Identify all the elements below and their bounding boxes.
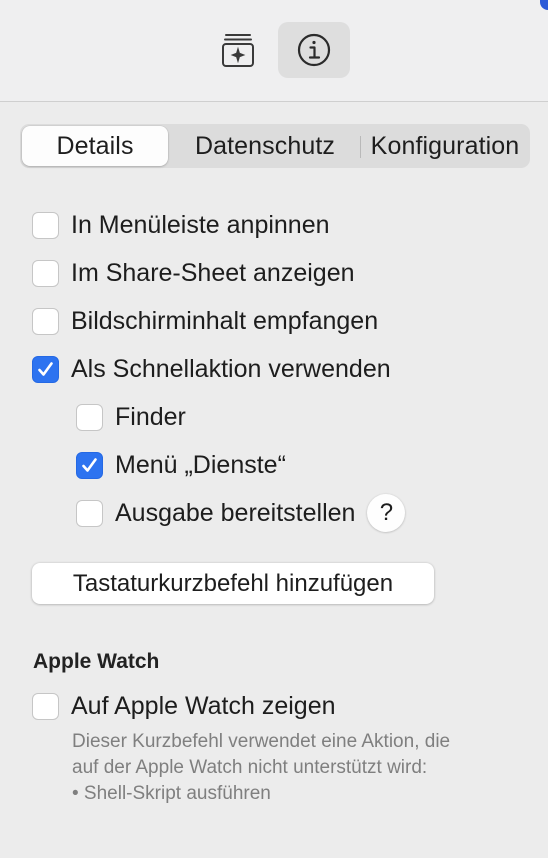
tab-divider <box>360 136 361 158</box>
tab-datenschutz[interactable]: Datenschutz <box>170 126 360 166</box>
tab-konfiguration[interactable]: Konfiguration <box>362 126 528 166</box>
finder-checkbox[interactable] <box>76 403 103 431</box>
option-share-sheet[interactable]: Im Share-Sheet anzeigen <box>32 257 355 289</box>
services-menu-checkbox[interactable] <box>76 451 103 479</box>
checkmark-icon <box>38 361 53 376</box>
option-finder[interactable]: Finder <box>76 401 186 433</box>
finder-label: Finder <box>115 402 186 431</box>
add-to-dock-icon <box>220 32 256 68</box>
share-sheet-checkbox[interactable] <box>32 259 59 287</box>
provide-output-label: Ausgabe bereitstellen <box>115 498 356 527</box>
apple-watch-note-line1: Dieser Kurzbefehl verwendet eine Aktion,… <box>72 731 451 752</box>
services-menu-label: Menü „Dienste“ <box>115 450 286 479</box>
checkmark-icon <box>82 457 97 472</box>
option-apple-watch[interactable]: Auf Apple Watch zeigen <box>32 690 336 722</box>
quick-action-checkbox[interactable] <box>32 355 59 383</box>
tab-control: Details Datenschutz Konfiguration <box>20 124 530 168</box>
apple-watch-label: Auf Apple Watch zeigen <box>71 691 336 720</box>
apple-watch-note-line3: • Shell-Skript ausführen <box>72 783 271 804</box>
option-pin-menubar[interactable]: In Menüleiste anpinnen <box>32 209 330 241</box>
screen-content-checkbox[interactable] <box>32 307 59 335</box>
pin-menubar-label: In Menüleiste anpinnen <box>71 210 330 239</box>
toolbar <box>0 0 548 102</box>
pin-menubar-checkbox[interactable] <box>32 211 59 239</box>
share-sheet-label: Im Share-Sheet anzeigen <box>71 258 355 287</box>
option-quick-action[interactable]: Als Schnellaktion verwenden <box>32 353 391 385</box>
apple-watch-note-line2: auf der Apple Watch nicht unterstützt wi… <box>72 757 428 778</box>
apple-watch-checkbox[interactable] <box>32 692 59 720</box>
apple-watch-heading: Apple Watch <box>33 650 160 673</box>
help-button[interactable]: ? <box>367 494 406 532</box>
window-corner-accent <box>540 0 548 10</box>
info-icon <box>296 32 332 68</box>
provide-output-checkbox[interactable] <box>76 499 103 527</box>
option-provide-output[interactable]: Ausgabe bereitstellen ? <box>76 494 406 532</box>
add-shortcut-button[interactable]: Tastaturkurzbefehl hinzufügen <box>32 563 434 604</box>
tab-details[interactable]: Details <box>22 126 168 166</box>
screen-content-label: Bildschirminhalt empfangen <box>71 306 379 335</box>
option-services-menu[interactable]: Menü „Dienste“ <box>76 449 286 481</box>
info-button[interactable] <box>278 22 350 78</box>
add-to-dock-button[interactable] <box>202 22 274 78</box>
quick-action-label: Als Schnellaktion verwenden <box>71 354 391 383</box>
option-screen-content[interactable]: Bildschirminhalt empfangen <box>32 305 378 337</box>
